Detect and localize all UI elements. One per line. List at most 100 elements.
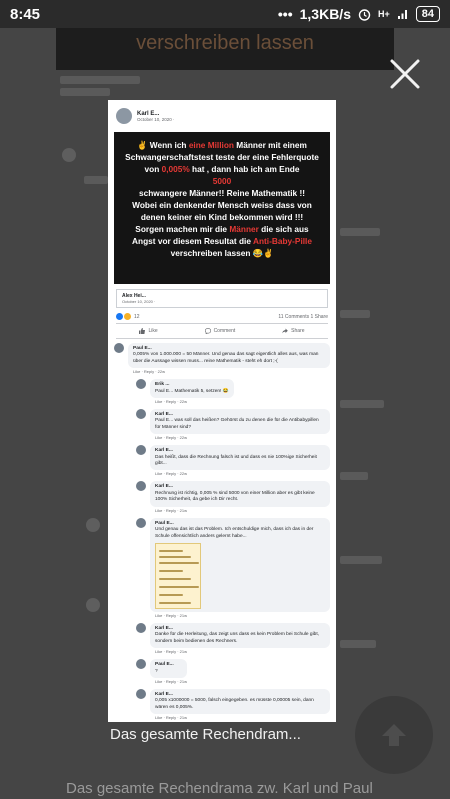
comment-meta[interactable]: Like · Reply · 21w [150,715,330,720]
meme-line: 5000 [212,176,232,186]
comment-bubble: Paul E... Und genau das ist das Problem. … [150,517,330,612]
meme-line: ✌ Wenn ich eine Million Männer mit einem [137,140,307,150]
comment-meta[interactable]: Like · Reply · 21w [150,613,330,618]
thumbs-up-icon [139,328,146,334]
meme-line: Sorgen machen mir die Männer die sich au… [135,224,309,234]
avatar [136,622,146,633]
avatar [114,343,124,353]
comment-author[interactable]: Paul E... [155,662,182,668]
meme-line: Schwangerschaftstest teste der eine Fehl… [125,152,319,162]
comment-meta[interactable]: Like · Reply · 21w [150,508,330,513]
comment-share-count: 11 Comments 1 Share [278,313,328,320]
like-button[interactable]: Like [139,328,158,334]
comment-meta[interactable]: Like · Reply · 21w [150,679,187,684]
comment-text: 0,005% von 1.000.000 = 50 Männer. Und ge… [133,352,319,364]
post-header: Karl E... October 10, 2020 · [108,100,336,128]
comment-bubble: Karl E... Rechnung ist richtig, 0,005 % s… [150,481,330,507]
background-caption: Das gesamte Rechendrama zw. Karl und Pau… [66,780,373,797]
comment-text: Rechnung ist richtig, 0,005 % sind 5000 … [155,490,315,503]
background-video: verschreiben lassen [56,28,394,70]
comment-text: 0,005 x1000000 = 5000, falsch eingegeben… [155,698,314,710]
comment-list: Paul E... 0,005% von 1.000.000 = 50 Männe… [108,339,336,722]
network-speed: 1,3KB/s [299,6,351,22]
avatar [136,379,146,390]
battery-indicator: 84 [415,6,440,22]
haha-reaction-icon [124,313,131,320]
up-arrow-icon [382,724,406,746]
bg-line [60,88,110,96]
share-icon [282,328,288,334]
status-time: 8:45 [10,5,41,23]
meme-line: verschreiben lassen 😂✌ [170,248,274,258]
meme-line: von 0,005% hat , dann hab ich am Ende [144,164,300,174]
bg-avatar [62,148,76,162]
bg-line [84,176,108,184]
avatar [136,517,146,528]
close-button[interactable] [388,57,422,91]
bg-line [340,228,380,236]
comment-item: Karl E... Danke für die Herleitung, das z… [114,622,330,654]
calculation-image[interactable] [155,542,201,609]
bg-line [340,640,376,648]
card-caption: Das gesamte Rechendram... [110,726,301,743]
avatar [136,409,146,420]
bg-line [340,310,370,318]
comment-meta[interactable]: Like · Reply · 21w [150,649,330,654]
meme-line: denen keiner ein Kind bekommen wird !!! [140,212,304,222]
comment-meta[interactable]: Like · Reply · 22w [128,369,330,374]
comment-text: Und genau das ist das Problem. Ich entsc… [155,527,314,539]
avatar [136,659,146,670]
comment-item: Paul E...? Like · Reply · 21w [114,659,330,684]
like-reaction-icon [116,313,123,320]
floating-action-button[interactable] [355,696,433,774]
post-stats: 12 11 Comments 1 Share [108,308,336,323]
alarm-icon [358,8,371,21]
avatar [136,688,146,699]
bg-line [60,76,140,84]
comment-text: Danke für die Herleitung, das zeigt uns … [155,632,319,644]
post-actions: Like Comment Share [116,323,328,339]
comment-bubble: Paul E... 0,005% von 1.000.000 = 50 Männe… [128,343,330,369]
comment-item: Karl E... Rechnung ist richtig, 0,005 % s… [114,481,330,513]
comment-meta[interactable]: Like · Reply · 22w [150,399,234,404]
comment-item: Paul E... 0,005% von 1.000.000 = 50 Männe… [114,343,330,374]
comment-meta[interactable]: Like · Reply · 22w [150,471,330,476]
comment-bubble: Erik ... Paul E... Mathematik 5, setzen! … [150,379,234,399]
share-button[interactable]: Share [282,328,305,334]
bg-line [340,400,384,408]
meme-line: Angst vor diesem Resultat die Anti-Baby-… [132,236,312,246]
shared-post: Alex Hei... October 10, 2020 · [116,289,328,308]
comment-item: Paul E... Und genau das ist das Problem. … [114,517,330,618]
avatar [136,445,146,456]
screenshot-card[interactable]: Karl E... October 10, 2020 · ✌ Wenn ich … [108,100,336,722]
meme-line: Wobei ein denkender Mensch weiss dass vo… [132,200,312,210]
status-bar: 8:45 ••• 1,3KB/s H+ 84 [0,0,450,28]
reaction-count: 12 [134,313,140,320]
comment-bubble: Paul E...? [150,659,188,678]
signal-bars-icon [397,10,407,19]
bg-avatar [86,598,100,612]
status-right: ••• 1,3KB/s H+ 84 [278,6,440,22]
comment-bubble: Karl E... Paul E... was soll das heißen? … [150,409,330,435]
comment-bubble: Karl E... Das heißt, dass die Rechnung fa… [150,445,330,471]
signal-icon: H+ [377,8,390,19]
comment-item: Karl E... Paul E... was soll das heißen? … [114,409,330,440]
meme-image: ✌ Wenn ich eine Million Männer mit einem… [114,132,330,284]
avatar [116,108,132,124]
comment-bubble: Karl E... 0,005 x1000000 = 5000, falsch e… [150,688,330,715]
avatar [136,481,146,492]
comment-meta[interactable]: Like · Reply · 22w [150,435,330,440]
comment-icon [204,328,211,334]
bg-line [340,472,368,480]
comment-item: Erik ... Paul E... Mathematik 5, setzen! … [114,379,330,404]
comment-item: Karl E... Das heißt, dass die Rechnung fa… [114,445,330,476]
comment-text: Das heißt, dass die Rechnung falsch ist … [155,454,317,467]
bg-avatar [86,518,100,532]
more-dots-icon: ••• [277,6,293,22]
comment-text: Paul E... Mathematik 5, setzen! 😂 [155,388,229,394]
post-date: October 10, 2020 · [137,116,175,122]
shared-date: October 10, 2020 · [122,299,156,304]
comment-text: Paul E... was soll das heißen? Gehörst d… [155,418,319,430]
comment-bubble: Karl E... Danke für die Herleitung, das z… [150,622,330,649]
comment-button[interactable]: Comment [204,328,235,334]
